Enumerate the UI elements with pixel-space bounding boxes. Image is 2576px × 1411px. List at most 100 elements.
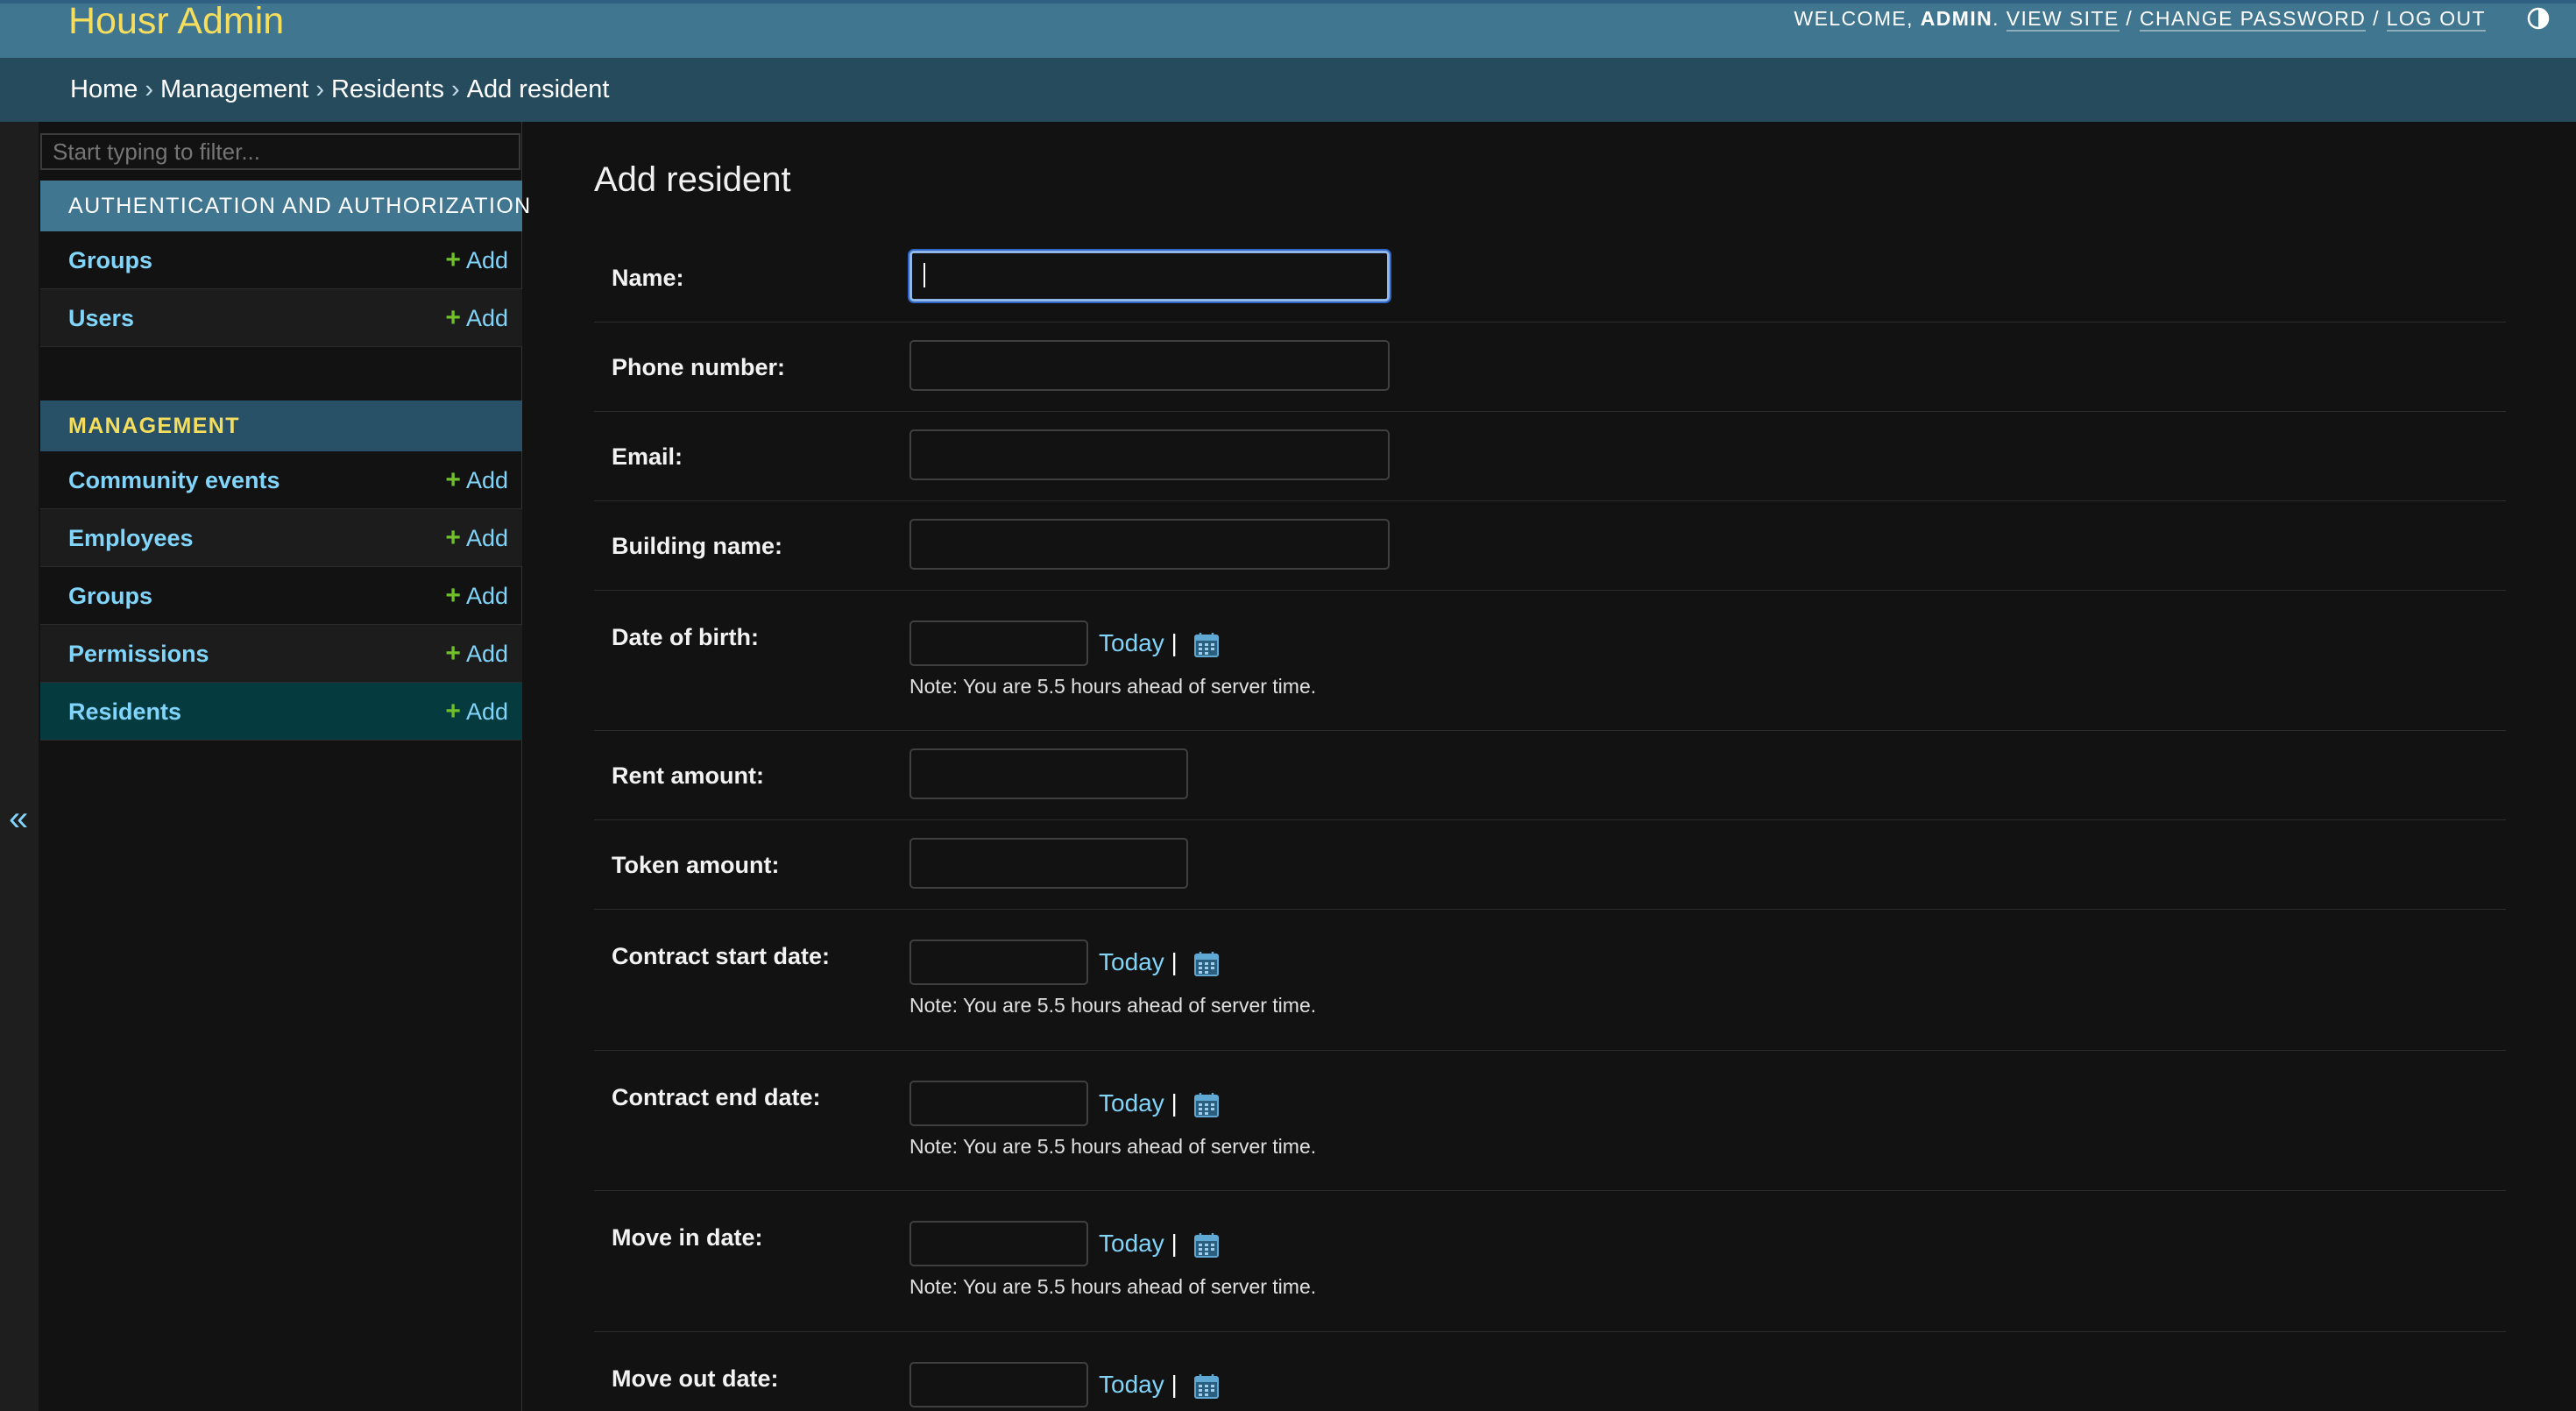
add-users-button[interactable]: + Add bbox=[445, 289, 508, 347]
breadcrumb-home[interactable]: Home bbox=[70, 75, 138, 103]
log-out-link[interactable]: LOG OUT bbox=[2386, 7, 2486, 32]
plus-icon: + bbox=[445, 639, 461, 668]
add-label: Add bbox=[465, 247, 508, 273]
email-input[interactable] bbox=[909, 429, 1390, 480]
today-link[interactable]: Today bbox=[1099, 629, 1164, 656]
user-tools: WELCOME, ADMIN. VIEW SITE / CHANGE PASSW… bbox=[1794, 5, 2486, 32]
sidebar-filter-input[interactable] bbox=[40, 133, 520, 170]
timezone-note: Note: You are 5.5 hours ahead of server … bbox=[909, 1275, 1317, 1298]
date-shortcuts: Today | bbox=[1099, 1081, 1220, 1126]
date-of-birth-input[interactable] bbox=[909, 620, 1088, 666]
form-row-phone: Phone number: bbox=[594, 323, 2506, 412]
sidebar-item-permissions: Permissions + Add bbox=[40, 625, 522, 683]
form-row-contract-start-date: Contract start date: Today | Note: You a… bbox=[594, 910, 2506, 1051]
plus-icon: + bbox=[445, 303, 461, 332]
form-row-name: Name: bbox=[594, 231, 2506, 323]
welcome-label: WELCOME, bbox=[1794, 7, 1914, 30]
page-title: Add resident bbox=[594, 160, 791, 199]
sidebar-item-residents-link[interactable]: Residents bbox=[68, 683, 181, 741]
today-link[interactable]: Today bbox=[1099, 1371, 1164, 1398]
rent-amount-label: Rent amount: bbox=[612, 762, 764, 789]
name-label: Name: bbox=[612, 265, 684, 291]
add-label: Add bbox=[465, 525, 508, 551]
timezone-note: Note: You are 5.5 hours ahead of server … bbox=[909, 1135, 1317, 1158]
add-groups-button[interactable]: + Add bbox=[445, 231, 508, 289]
sidebar-item-employees: Employees + Add bbox=[40, 509, 522, 567]
add-employees-button[interactable]: + Add bbox=[445, 509, 508, 567]
calendar-icon[interactable] bbox=[1193, 1232, 1220, 1259]
plus-icon: + bbox=[445, 697, 461, 726]
sidebar-item-users-link[interactable]: Users bbox=[68, 289, 134, 347]
sidebar-item-management-groups: Groups + Add bbox=[40, 567, 522, 625]
period: . bbox=[1992, 7, 1999, 30]
sidebar-item-users: Users + Add bbox=[40, 289, 522, 347]
phone-number-input[interactable] bbox=[909, 340, 1390, 391]
module-caption-auth[interactable]: Authentication and Authorization bbox=[40, 181, 530, 231]
change-password-link[interactable]: CHANGE PASSWORD bbox=[2140, 7, 2367, 32]
date-shortcuts: Today | bbox=[1099, 620, 1220, 666]
form-row-date-of-birth: Date of birth: Today | Note: You are 5.5… bbox=[594, 591, 2506, 731]
sidebar-item-residents: Residents + Add bbox=[40, 683, 522, 741]
contract-end-date-input[interactable] bbox=[909, 1081, 1088, 1126]
add-label: Add bbox=[465, 698, 508, 725]
today-link[interactable]: Today bbox=[1099, 948, 1164, 975]
name-input[interactable] bbox=[909, 251, 1390, 301]
form-row-token-amount: Token amount: bbox=[594, 820, 2506, 910]
add-label: Add bbox=[465, 305, 508, 331]
sidebar-item-groups-link[interactable]: Groups bbox=[68, 231, 152, 289]
add-management-groups-button[interactable]: + Add bbox=[445, 567, 508, 625]
add-label: Add bbox=[465, 467, 508, 493]
breadcrumb-management[interactable]: Management bbox=[160, 75, 308, 103]
collapse-sidebar-icon[interactable]: « bbox=[9, 801, 28, 836]
sidebar-toggle[interactable]: « bbox=[0, 122, 39, 1411]
add-label: Add bbox=[465, 583, 508, 609]
view-site-link[interactable]: VIEW SITE bbox=[2006, 7, 2120, 32]
sidebar-item-employees-link[interactable]: Employees bbox=[68, 509, 194, 567]
building-name-input[interactable] bbox=[909, 519, 1390, 570]
sidebar-item-community-events-link[interactable]: Community events bbox=[68, 451, 280, 509]
contract-start-date-label: Contract start date: bbox=[612, 943, 831, 969]
token-amount-input[interactable] bbox=[909, 838, 1188, 889]
contract-start-date-input[interactable] bbox=[909, 939, 1088, 985]
calendar-icon[interactable] bbox=[1193, 951, 1220, 977]
site-brand[interactable]: Housr Admin bbox=[68, 0, 284, 46]
breadcrumb-separator: › bbox=[450, 75, 460, 103]
separator: / bbox=[2373, 7, 2380, 30]
form-row-building-name: Building name: bbox=[594, 501, 2506, 591]
add-permissions-button[interactable]: + Add bbox=[445, 625, 508, 683]
timezone-note: Note: You are 5.5 hours ahead of server … bbox=[909, 994, 1317, 1017]
calendar-icon[interactable] bbox=[1193, 1092, 1220, 1118]
theme-toggle-icon[interactable] bbox=[2527, 7, 2550, 30]
date-shortcuts: Today | bbox=[1099, 1362, 1220, 1407]
date-shortcuts: Today | bbox=[1099, 1221, 1220, 1266]
sidebar-item-permissions-link[interactable]: Permissions bbox=[68, 625, 209, 683]
calendar-icon[interactable] bbox=[1193, 632, 1220, 658]
username: ADMIN bbox=[1920, 7, 1993, 30]
shortcut-separator: | bbox=[1171, 629, 1178, 656]
calendar-icon[interactable] bbox=[1193, 1373, 1220, 1400]
shortcut-separator: | bbox=[1171, 1230, 1178, 1257]
move-out-date-input[interactable] bbox=[909, 1362, 1088, 1407]
breadcrumb-residents[interactable]: Residents bbox=[331, 75, 444, 103]
form-row-rent-amount: Rent amount: bbox=[594, 731, 2506, 820]
module-caption-management[interactable]: Management bbox=[40, 401, 522, 451]
sidebar-item-management-groups-link[interactable]: Groups bbox=[68, 567, 152, 625]
sidebar-item-community-events: Community events + Add bbox=[40, 451, 522, 509]
plus-icon: + bbox=[445, 465, 461, 494]
date-shortcuts: Today | bbox=[1099, 939, 1220, 985]
text-cursor bbox=[924, 263, 925, 287]
today-link[interactable]: Today bbox=[1099, 1230, 1164, 1257]
rent-amount-input[interactable] bbox=[909, 748, 1188, 799]
separator: / bbox=[2126, 7, 2134, 30]
shortcut-separator: | bbox=[1171, 1371, 1178, 1398]
plus-icon: + bbox=[445, 581, 461, 610]
contract-end-date-label: Contract end date: bbox=[612, 1084, 821, 1110]
today-link[interactable]: Today bbox=[1099, 1089, 1164, 1117]
plus-icon: + bbox=[445, 245, 461, 274]
add-community-events-button[interactable]: + Add bbox=[445, 451, 508, 509]
move-out-date-label: Move out date: bbox=[612, 1365, 779, 1392]
token-amount-label: Token amount: bbox=[612, 852, 780, 878]
form-row-email: Email: bbox=[594, 412, 2506, 501]
add-residents-button[interactable]: + Add bbox=[445, 683, 508, 741]
move-in-date-input[interactable] bbox=[909, 1221, 1088, 1266]
